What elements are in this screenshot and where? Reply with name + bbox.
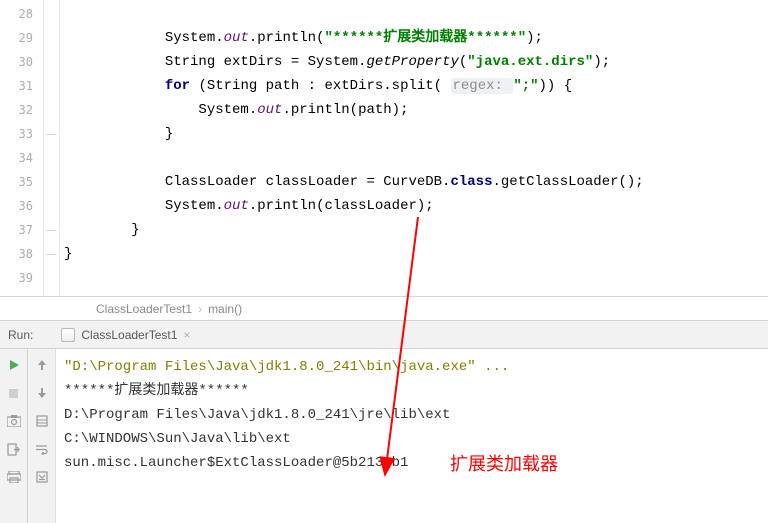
- code-line[interactable]: String extDirs = System.getProperty("jav…: [64, 50, 768, 74]
- breadcrumb: ClassLoaderTest1 › main(): [0, 297, 768, 321]
- code-content[interactable]: System.out.println("******扩展类加载器******")…: [60, 0, 768, 296]
- run-tool-header: Run: ClassLoaderTest1 ×: [0, 321, 768, 349]
- run-tool-window: "D:\Program Files\Java\jdk1.8.0_241\bin\…: [0, 349, 768, 523]
- stop-button[interactable]: [4, 383, 24, 403]
- fold-marker[interactable]: [44, 146, 59, 170]
- annotation-label: 扩展类加载器: [450, 450, 558, 476]
- code-line[interactable]: [64, 146, 768, 170]
- run-config-icon: [61, 328, 75, 342]
- code-line[interactable]: }: [64, 242, 768, 266]
- line-number-gutter: 282930313233343536373839: [0, 0, 44, 296]
- print-icon[interactable]: [4, 467, 24, 487]
- run-label: Run:: [8, 328, 33, 342]
- fold-marker[interactable]: [44, 194, 59, 218]
- breadcrumb-method[interactable]: main(): [208, 302, 242, 316]
- line-number: 33: [0, 122, 33, 146]
- fold-marker[interactable]: [44, 2, 59, 26]
- console-line: ******扩展类加载器******: [64, 379, 760, 403]
- line-number: 29: [0, 26, 33, 50]
- console-line: C:\WINDOWS\Sun\Java\lib\ext: [64, 427, 760, 451]
- code-line[interactable]: for (String path : extDirs.split( regex:…: [64, 74, 768, 98]
- run-toolbar-left: [0, 349, 28, 523]
- line-number: 36: [0, 194, 33, 218]
- code-line[interactable]: System.out.println(path);: [64, 98, 768, 122]
- run-toolbar-secondary: [28, 349, 56, 523]
- console-command: "D:\Program Files\Java\jdk1.8.0_241\bin\…: [64, 355, 760, 379]
- code-line[interactable]: }: [64, 122, 768, 146]
- console-output[interactable]: "D:\Program Files\Java\jdk1.8.0_241\bin\…: [56, 349, 768, 523]
- code-line[interactable]: }: [64, 218, 768, 242]
- fold-marker[interactable]: [44, 50, 59, 74]
- soft-wrap-icon[interactable]: [32, 439, 52, 459]
- fold-marker[interactable]: [44, 98, 59, 122]
- fold-marker[interactable]: —: [44, 122, 59, 146]
- down-arrow-icon[interactable]: [32, 383, 52, 403]
- line-number: 28: [0, 2, 33, 26]
- up-arrow-icon[interactable]: [32, 355, 52, 375]
- camera-icon[interactable]: [4, 411, 24, 431]
- rerun-button[interactable]: [4, 355, 24, 375]
- fold-marker[interactable]: —: [44, 242, 59, 266]
- code-line[interactable]: System.out.println("******扩展类加载器******")…: [64, 26, 768, 50]
- line-number: 38: [0, 242, 33, 266]
- code-line[interactable]: System.out.println(classLoader);: [64, 194, 768, 218]
- breadcrumb-class[interactable]: ClassLoaderTest1: [96, 302, 192, 316]
- filter-icon[interactable]: [32, 411, 52, 431]
- fold-column: ———: [44, 0, 60, 296]
- code-line[interactable]: ClassLoader classLoader = CurveDB.class.…: [64, 170, 768, 194]
- line-number: 39: [0, 266, 33, 290]
- line-number: 35: [0, 170, 33, 194]
- fold-marker[interactable]: [44, 74, 59, 98]
- code-editor[interactable]: 282930313233343536373839 ——— System.out.…: [0, 0, 768, 297]
- console-line: sun.misc.Launcher$ExtClassLoader@5b2133b…: [64, 451, 760, 475]
- line-number: 32: [0, 98, 33, 122]
- line-number: 31: [0, 74, 33, 98]
- exit-icon[interactable]: [4, 439, 24, 459]
- scroll-end-icon[interactable]: [32, 467, 52, 487]
- fold-marker[interactable]: —: [44, 218, 59, 242]
- line-number: 30: [0, 50, 33, 74]
- run-config-name[interactable]: ClassLoaderTest1: [81, 328, 177, 342]
- fold-marker[interactable]: [44, 170, 59, 194]
- code-line[interactable]: [64, 2, 768, 26]
- line-number: 34: [0, 146, 33, 170]
- close-icon[interactable]: ×: [183, 328, 190, 342]
- fold-marker[interactable]: [44, 266, 59, 290]
- line-number: 37: [0, 218, 33, 242]
- fold-marker[interactable]: [44, 26, 59, 50]
- breadcrumb-separator: ›: [198, 302, 202, 316]
- console-line: D:\Program Files\Java\jdk1.8.0_241\jre\l…: [64, 403, 760, 427]
- code-line[interactable]: [64, 266, 768, 290]
